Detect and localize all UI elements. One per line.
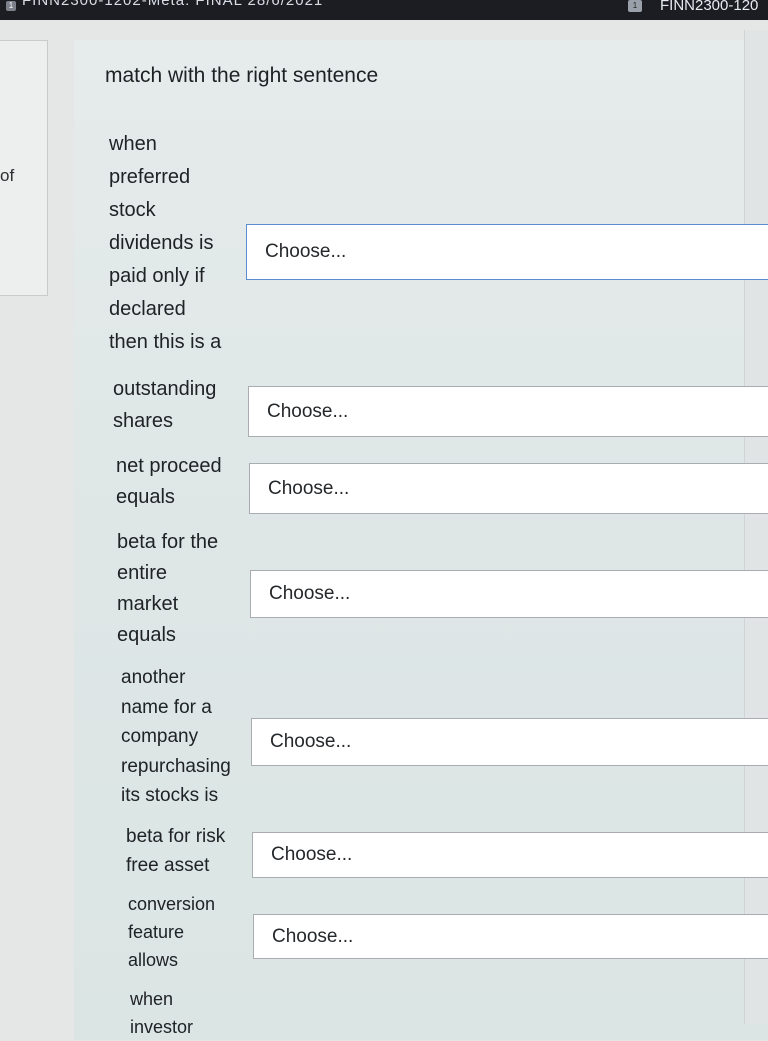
matching-prompt: outstanding shares [113,378,217,432]
select-value: Choose... [265,241,347,262]
answer-select[interactable]: Choose... [252,832,768,878]
answer-select[interactable]: Choose... [249,463,768,514]
answer-select[interactable]: Choose... [250,570,768,618]
answer-select[interactable]: Choose... [253,914,768,959]
matching-prompt: another name for a company repurchasing … [121,667,231,806]
select-value: Choose... [272,925,354,947]
select-value: Choose... [268,477,350,499]
matching-prompt: when investor [130,989,194,1037]
tab-favicon-icon: 1 [6,1,16,11]
select-value: Choose... [267,400,349,422]
matching-prompt: when preferred stock dividends is paid o… [109,133,222,353]
answer-select[interactable]: Choose... [246,224,768,280]
question-instruction: match with the right sentence [105,64,379,87]
answer-select[interactable]: Choose... [248,386,768,437]
select-value: Choose... [269,583,351,604]
select-value: Choose... [271,844,353,865]
matching-prompt: beta for risk free asset [126,826,226,876]
matching-prompt: conversion feature allows [128,894,216,970]
select-value: Choose... [270,731,352,752]
tab-favicon-icon: 1 [628,0,642,12]
tab-title-left[interactable]: FINN2300-1202-Meta: FINAL 28/6/2021 [22,0,323,9]
matching-prompt: net proceed equals [116,455,222,508]
browser-tab-bar: 1 FINN2300-1202-Meta: FINAL 28/6/2021 1 … [0,0,768,20]
answer-select[interactable]: Choose... [251,718,768,766]
tab-title-right[interactable]: FINN2300-120 [660,0,758,14]
matching-prompt: beta for the entire market equals [117,531,219,646]
left-panel-text: of [0,166,15,185]
